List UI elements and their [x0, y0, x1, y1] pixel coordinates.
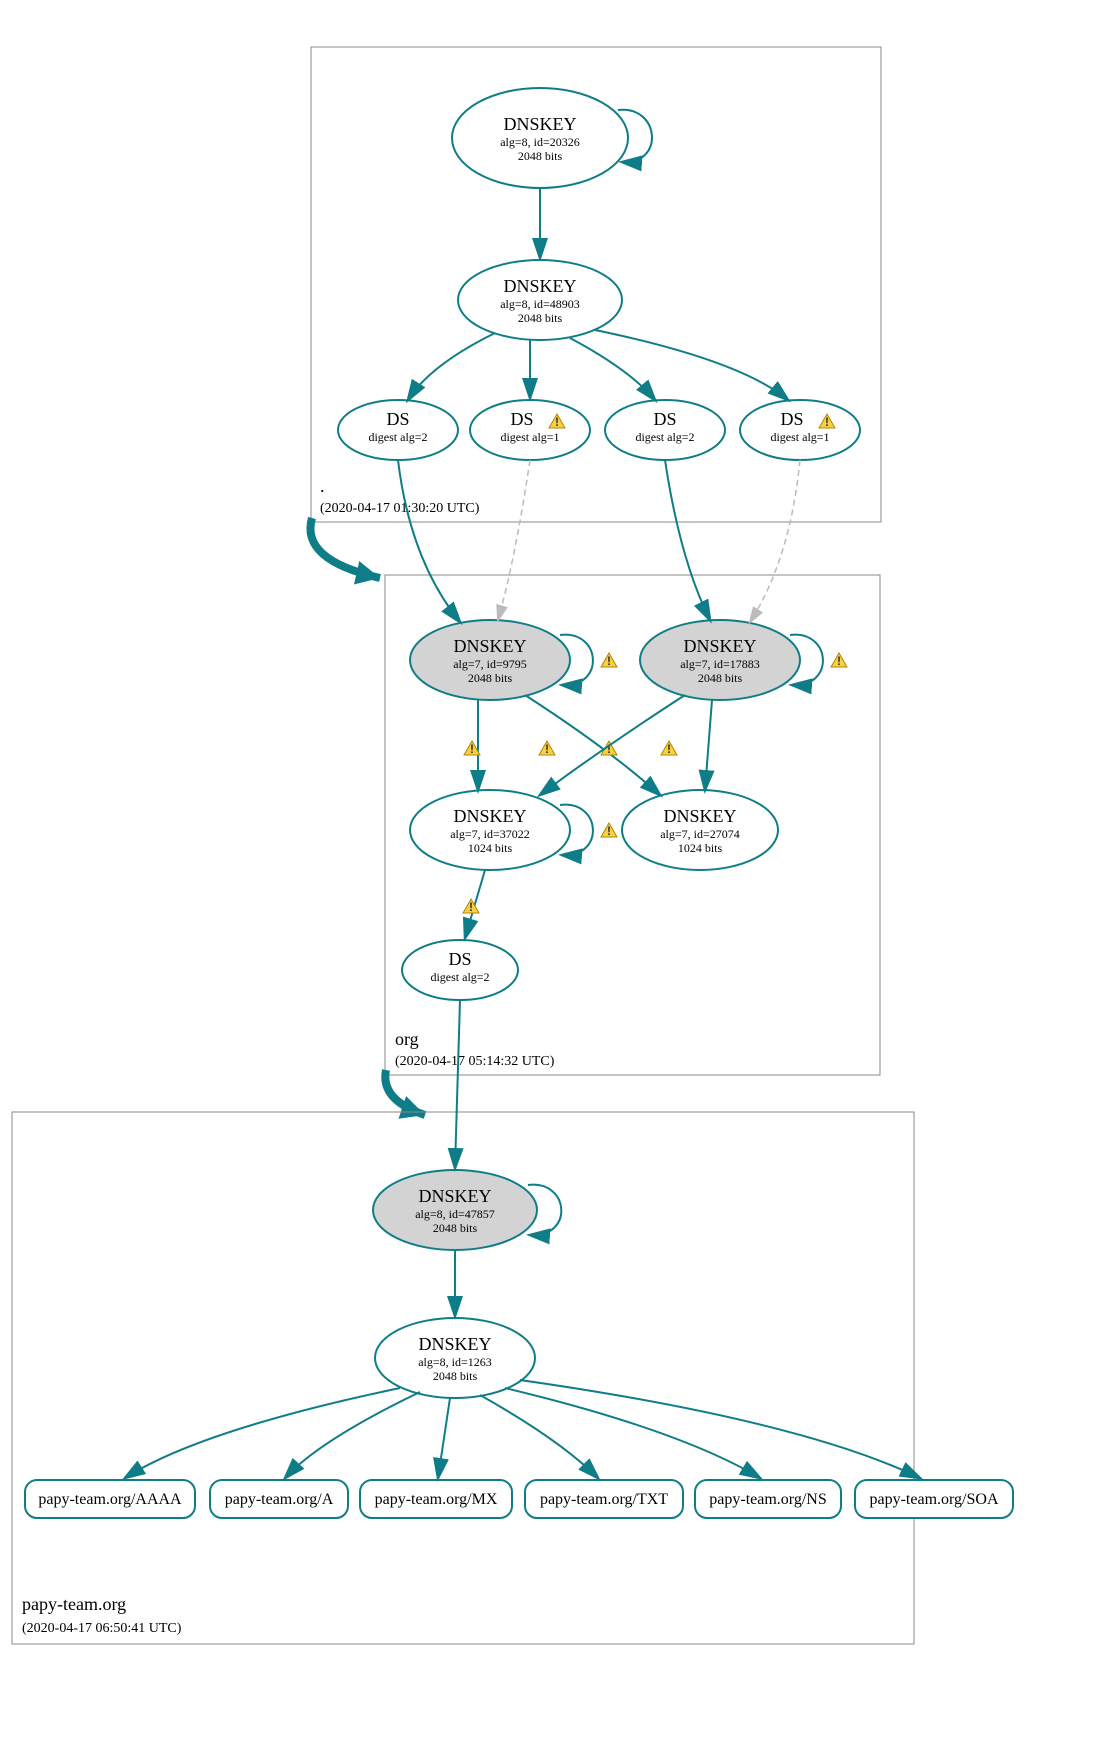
warning-icon: ! [539, 741, 555, 756]
node-root-ksk-title: DNSKEY [503, 114, 576, 134]
node-ds2: DS digest alg=1 ! [470, 400, 590, 460]
svg-text:!: ! [469, 900, 473, 914]
rrset-mx-label: papy-team.org/MX [375, 1491, 498, 1508]
zone-domain-timestamp: (2020-04-17 06:50:41 UTC) [22, 1621, 182, 1636]
node-ds3-title: DS [653, 409, 676, 429]
rrset-aaaa: papy-team.org/AAAA [25, 1480, 195, 1518]
svg-text:!: ! [555, 415, 559, 429]
node-dom-zsk: DNSKEY alg=8, id=1263 2048 bits [375, 1318, 535, 1398]
node-org-zsk2-line1: alg=7, id=27074 [660, 827, 740, 841]
edge-domzsk-aaaa [125, 1388, 400, 1478]
node-org-ksk2: DNSKEY alg=7, id=17883 2048 bits [640, 620, 800, 700]
rrset-txt-label: papy-team.org/TXT [540, 1491, 668, 1508]
rrset-soa: papy-team.org/SOA [855, 1480, 1013, 1518]
zone-domain-label: papy-team.org [22, 1594, 126, 1614]
edge-orgds-domksk [455, 1000, 460, 1168]
node-ds4-title: DS [780, 409, 803, 429]
edge-orgksk2-orgzsk2 [705, 700, 712, 790]
node-ds3: DS digest alg=2 [605, 400, 725, 460]
edge-zone-org-to-domain [385, 1070, 425, 1115]
node-root-zsk-line1: alg=8, id=48903 [500, 297, 580, 311]
node-ds1-line1: digest alg=2 [368, 430, 427, 444]
node-org-ds: DS digest alg=2 [402, 940, 518, 1000]
node-ds1: DS digest alg=2 [338, 400, 458, 460]
svg-text:!: ! [607, 654, 611, 668]
node-root-ksk: DNSKEY alg=8, id=20326 2048 bits [452, 88, 628, 188]
node-org-zsk1: DNSKEY alg=7, id=37022 1024 bits [410, 790, 570, 870]
node-org-ksk2-line2: 2048 bits [698, 671, 743, 685]
node-dom-ksk-title: DNSKEY [418, 1186, 491, 1206]
edge-domzsk-mx [438, 1398, 450, 1478]
node-root-zsk: DNSKEY alg=8, id=48903 2048 bits [458, 260, 622, 340]
node-dom-zsk-title: DNSKEY [418, 1334, 491, 1354]
node-org-ds-line1: digest alg=2 [430, 970, 489, 984]
warning-icon: ! [601, 653, 617, 668]
svg-text:!: ! [837, 654, 841, 668]
node-root-zsk-line2: 2048 bits [518, 311, 563, 325]
edge-domzsk-a [285, 1392, 420, 1478]
node-org-zsk1-line1: alg=7, id=37022 [450, 827, 530, 841]
edge-ds1-orgksk1 [398, 460, 460, 622]
node-org-zsk1-line2: 1024 bits [468, 841, 513, 855]
node-ds4-line1: digest alg=1 [770, 430, 829, 444]
svg-text:!: ! [667, 742, 671, 756]
edge-ds4-orgksk2 [750, 460, 800, 622]
node-ds2-line1: digest alg=1 [500, 430, 559, 444]
node-org-ksk2-title: DNSKEY [683, 636, 756, 656]
node-ds2-title: DS [510, 409, 533, 429]
rrset-mx: papy-team.org/MX [360, 1480, 512, 1518]
warning-icon: ! [831, 653, 847, 668]
rrset-ns-label: papy-team.org/NS [709, 1491, 826, 1508]
warning-icon: ! [661, 741, 677, 756]
warning-icon: ! [601, 823, 617, 838]
node-org-ksk2-line1: alg=7, id=17883 [680, 657, 760, 671]
node-org-zsk2-title: DNSKEY [663, 806, 736, 826]
node-org-zsk2-line2: 1024 bits [678, 841, 723, 855]
edge-ds2-orgksk1 [498, 460, 530, 620]
node-root-ksk-line2: 2048 bits [518, 149, 563, 163]
rrset-txt: papy-team.org/TXT [525, 1480, 683, 1518]
node-ds3-line1: digest alg=2 [635, 430, 694, 444]
node-org-ksk1: DNSKEY alg=7, id=9795 2048 bits [410, 620, 570, 700]
node-org-zsk1-title: DNSKEY [453, 806, 526, 826]
edge-rootzsk-ds3 [570, 338, 655, 400]
dnssec-diagram: . (2020-04-17 01:30:20 UTC) DNSKEY alg=8… [0, 0, 1111, 1742]
node-ds1-title: DS [386, 409, 409, 429]
node-dom-zsk-line1: alg=8, id=1263 [418, 1355, 492, 1369]
edge-rootzsk-ds1 [408, 333, 495, 400]
zone-org-label: org [395, 1029, 419, 1049]
rrset-ns: papy-team.org/NS [695, 1480, 841, 1518]
rrset-a: papy-team.org/A [210, 1480, 348, 1518]
edge-ds3-orgksk2 [665, 460, 710, 620]
svg-text:!: ! [545, 742, 549, 756]
edge-orgksk2-orgzsk1 [540, 695, 685, 795]
node-dom-zsk-line2: 2048 bits [433, 1369, 478, 1383]
zone-root-timestamp: (2020-04-17 01:30:20 UTC) [320, 501, 480, 516]
edge-rootzsk-ds4 [595, 330, 788, 400]
node-org-ksk1-line1: alg=7, id=9795 [453, 657, 527, 671]
rrset-aaaa-label: papy-team.org/AAAA [38, 1491, 182, 1508]
zone-root-label: . [320, 476, 325, 496]
node-dom-ksk: DNSKEY alg=8, id=47857 2048 bits [373, 1170, 537, 1250]
node-org-ksk1-title: DNSKEY [453, 636, 526, 656]
node-root-ksk-line1: alg=8, id=20326 [500, 135, 580, 149]
node-root-zsk-title: DNSKEY [503, 276, 576, 296]
node-ds4: DS digest alg=1 ! [740, 400, 860, 460]
edge-domzsk-soa [520, 1380, 920, 1478]
node-dom-ksk-line2: 2048 bits [433, 1221, 478, 1235]
edge-zone-root-to-org [310, 518, 380, 578]
node-dom-ksk-line1: alg=8, id=47857 [415, 1207, 495, 1221]
zone-org-timestamp: (2020-04-17 05:14:32 UTC) [395, 1054, 555, 1069]
node-org-ksk1-line2: 2048 bits [468, 671, 513, 685]
svg-text:!: ! [825, 415, 829, 429]
rrset-soa-label: papy-team.org/SOA [869, 1491, 998, 1508]
svg-text:!: ! [607, 824, 611, 838]
rrset-a-label: papy-team.org/A [225, 1491, 334, 1508]
node-org-ds-title: DS [448, 949, 471, 969]
node-org-zsk2: DNSKEY alg=7, id=27074 1024 bits [622, 790, 778, 870]
svg-text:!: ! [470, 742, 474, 756]
